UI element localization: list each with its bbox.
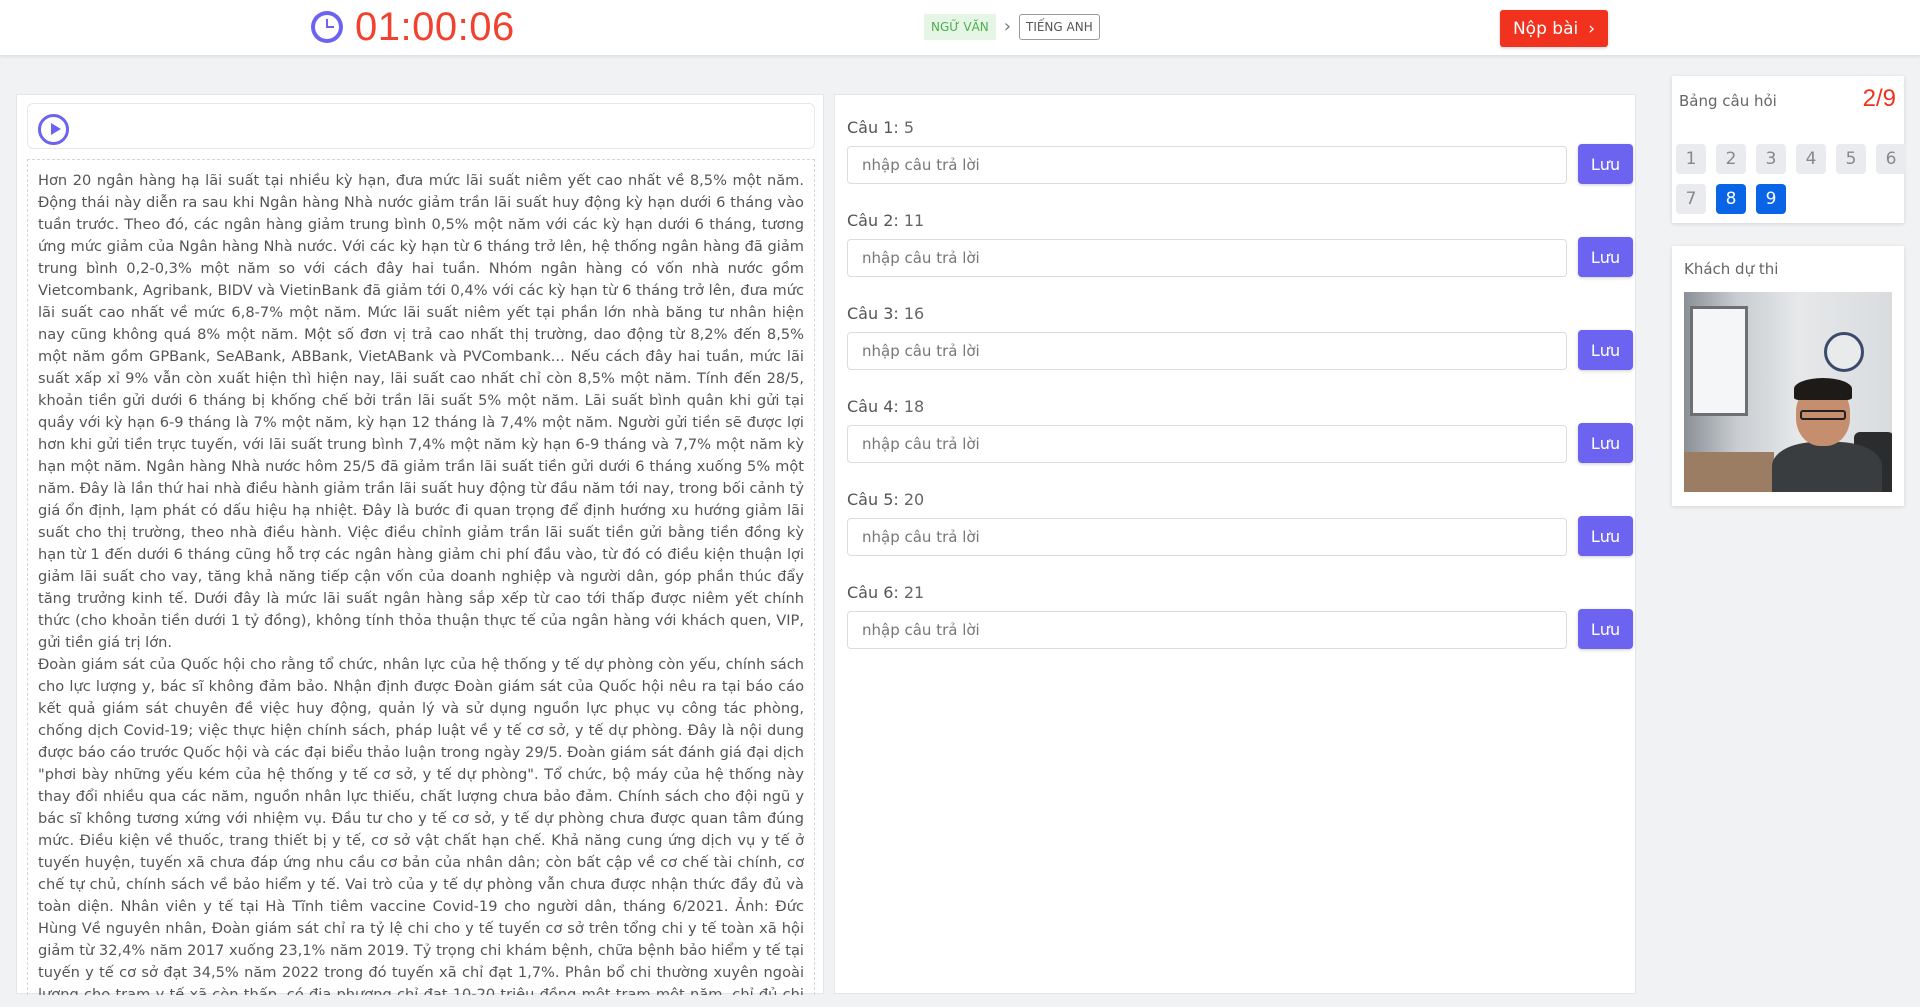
question-number: 16 <box>903 304 925 323</box>
question-label: Câu 4: 18 <box>847 397 925 416</box>
subject-breadcrumb: NGỮ VĂN › TIẾNG ANH <box>924 14 1100 40</box>
save-answer-button[interactable]: Lưu <box>1578 330 1633 370</box>
answer-input[interactable] <box>847 146 1567 184</box>
fan-shape <box>1824 332 1864 372</box>
question-board: Bảng câu hỏi 2/9 1 2 3 4 5 6 7 8 9 <box>1672 76 1906 223</box>
question-nav-7[interactable]: 7 <box>1676 184 1706 214</box>
question-label: Câu 6: 21 <box>847 583 925 602</box>
top-header: 01:00:06 NGỮ VĂN › TIẾNG ANH Nộp bài › <box>0 0 1920 56</box>
candidate-panel: Khách dự thi <box>1672 246 1904 506</box>
webcam-preview <box>1684 292 1892 492</box>
play-icon[interactable] <box>38 114 69 145</box>
answer-input[interactable] <box>847 611 1567 649</box>
question-item: Câu 3: 16 Lưu <box>847 302 1633 370</box>
question-label: Câu 3: 16 <box>847 304 925 323</box>
save-answer-button[interactable]: Lưu <box>1578 423 1633 463</box>
question-board-title: Bảng câu hỏi <box>1679 92 1777 110</box>
question-nav-6[interactable]: 6 <box>1876 144 1906 174</box>
question-item: Câu 1: 5 Lưu <box>847 116 1633 184</box>
question-nav-2[interactable]: 2 <box>1716 144 1746 174</box>
question-number: 21 <box>903 583 925 602</box>
question-item: Câu 4: 18 Lưu <box>847 395 1633 463</box>
question-nav-5[interactable]: 5 <box>1836 144 1866 174</box>
submit-exam-button[interactable]: Nộp bài › <box>1500 10 1608 47</box>
question-nav-9[interactable]: 9 <box>1756 184 1786 214</box>
save-answer-button[interactable]: Lưu <box>1578 144 1633 184</box>
answer-input[interactable] <box>847 425 1567 463</box>
timer-text: 01:00:06 <box>355 5 515 49</box>
submit-label: Nộp bài <box>1512 18 1579 39</box>
chevron-right-icon: › <box>1003 16 1011 37</box>
question-item: Câu 6: 21 Lưu <box>847 581 1633 649</box>
question-item: Câu 2: 11 Lưu <box>847 209 1633 277</box>
clock-icon <box>311 11 343 43</box>
answer-input[interactable] <box>847 332 1567 370</box>
question-label: Câu 2: 11 <box>847 211 925 230</box>
question-nav-3[interactable]: 3 <box>1756 144 1786 174</box>
passage-panel: Hơn 20 ngân hàng hạ lãi suất tại nhiều k… <box>16 94 824 995</box>
subject-current[interactable]: NGỮ VĂN <box>924 14 996 40</box>
question-number: 11 <box>903 211 925 230</box>
question-label: Câu 1: 5 <box>847 118 915 137</box>
question-label: Câu 5: 20 <box>847 490 925 509</box>
exam-timer: 01:00:06 <box>311 2 515 52</box>
question-nav-1[interactable]: 1 <box>1676 144 1706 174</box>
passage-text: Hơn 20 ngân hàng hạ lãi suất tại nhiều k… <box>27 159 815 995</box>
question-number: 5 <box>903 118 915 137</box>
answer-panel: Câu 1: 5 Lưu Câu 2: 11 Lưu Câu 3: 16 Lưu… <box>834 94 1636 994</box>
audio-player <box>27 103 815 149</box>
subject-next[interactable]: TIẾNG ANH <box>1018 14 1100 40</box>
save-answer-button[interactable]: Lưu <box>1578 237 1633 277</box>
answer-input[interactable] <box>847 518 1567 556</box>
answered-count: 2/9 <box>1862 85 1896 112</box>
chevron-right-icon: › <box>1588 18 1596 39</box>
passage-paragraph: Đoàn giám sát của Quốc hội cho rằng tổ c… <box>38 656 804 995</box>
question-number: 20 <box>903 490 925 509</box>
answer-input[interactable] <box>847 239 1567 277</box>
question-number: 18 <box>903 397 925 416</box>
save-answer-button[interactable]: Lưu <box>1578 516 1633 556</box>
save-answer-button[interactable]: Lưu <box>1578 609 1633 649</box>
question-nav-4[interactable]: 4 <box>1796 144 1826 174</box>
candidate-title: Khách dự thi <box>1684 260 1779 278</box>
question-nav-8[interactable]: 8 <box>1716 184 1746 214</box>
passage-paragraph: Hơn 20 ngân hàng hạ lãi suất tại nhiều k… <box>38 172 804 651</box>
question-item: Câu 5: 20 Lưu <box>847 488 1633 556</box>
